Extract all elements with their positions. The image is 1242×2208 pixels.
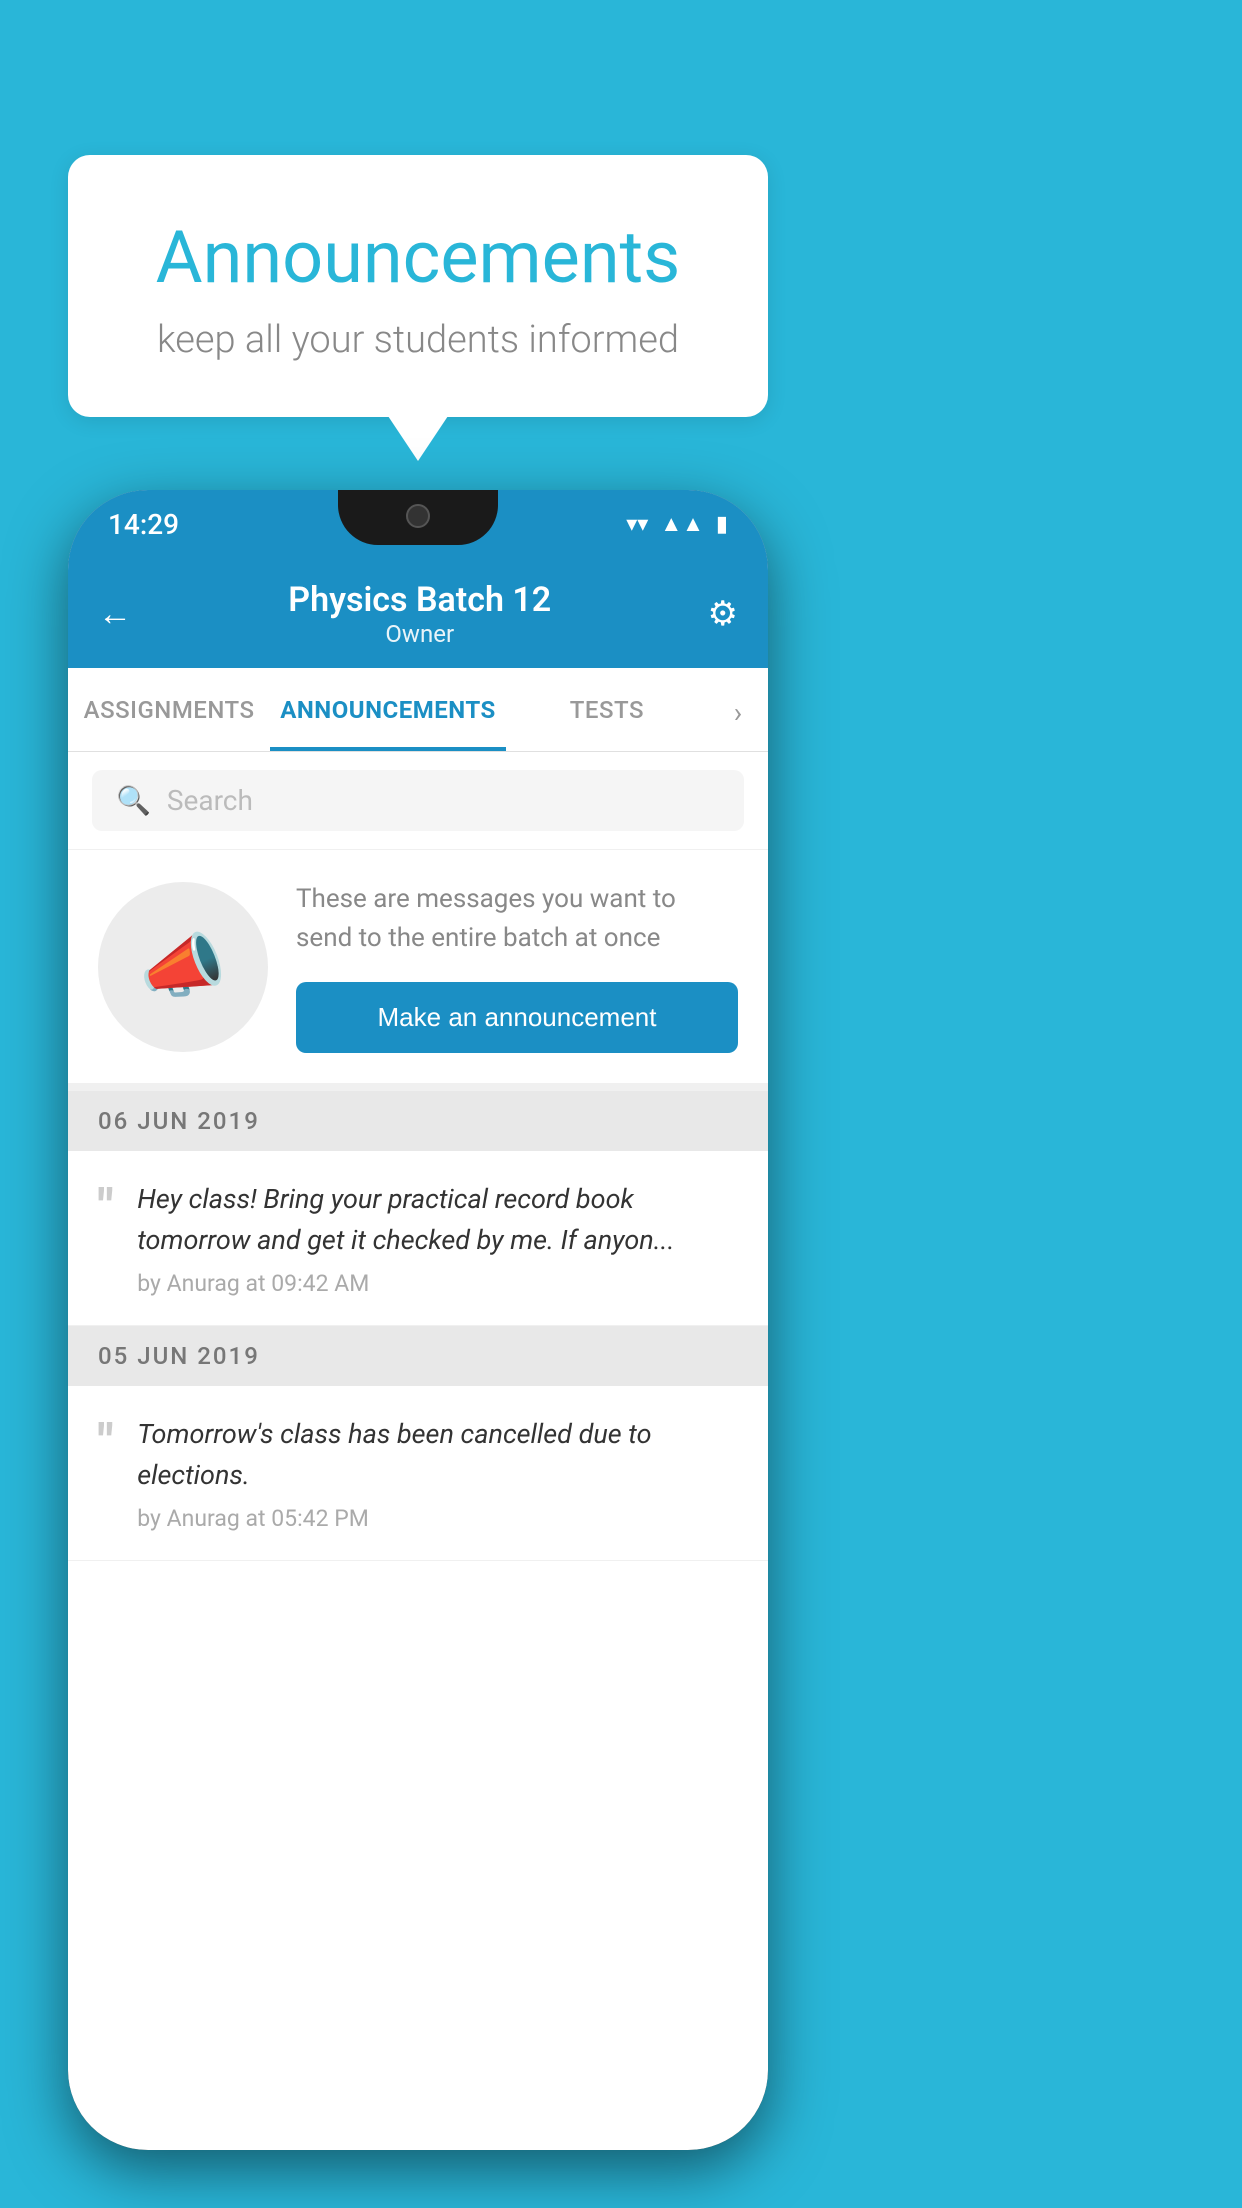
- tab-assignments[interactable]: ASSIGNMENTS: [68, 668, 270, 751]
- status-time: 14:29: [108, 508, 179, 541]
- status-icons: ▾▾ ▲▲ ▮: [626, 511, 728, 537]
- tab-more[interactable]: ›: [708, 668, 768, 751]
- search-placeholder: Search: [167, 784, 253, 817]
- cta-description: These are messages you want to send to t…: [296, 880, 738, 958]
- speech-bubble-wrapper: Announcements keep all your students inf…: [68, 155, 768, 417]
- announcements-title: Announcements: [118, 215, 718, 300]
- quote-icon-2: ": [98, 1418, 113, 1466]
- tab-tests[interactable]: TESTS: [506, 668, 708, 751]
- speech-bubble: Announcements keep all your students inf…: [68, 155, 768, 417]
- app-header: ← Physics Batch 12 Owner ⚙: [68, 558, 768, 668]
- quote-icon-1: ": [98, 1183, 113, 1231]
- announcement-item-2[interactable]: " Tomorrow's class has been cancelled du…: [68, 1386, 768, 1561]
- megaphone-icon: 📣: [139, 926, 226, 1008]
- date-divider-june5: 05 JUN 2019: [68, 1326, 768, 1386]
- megaphone-circle: 📣: [98, 882, 268, 1052]
- announcement-text-1: Hey class! Bring your practical record b…: [137, 1179, 738, 1260]
- make-announcement-button[interactable]: Make an announcement: [296, 982, 738, 1053]
- announcement-meta-1: by Anurag at 09:42 AM: [137, 1270, 738, 1297]
- search-icon: 🔍: [116, 784, 151, 817]
- tab-announcements[interactable]: ANNOUNCEMENTS: [270, 668, 506, 751]
- wifi-icon: ▾▾: [626, 512, 648, 537]
- search-bar: 🔍 Search: [68, 752, 768, 850]
- phone-screen: 14:29 ▾▾ ▲▲ ▮ ← Physics Batch 12 Owner ⚙: [68, 490, 768, 2150]
- owner-label: Owner: [132, 620, 708, 648]
- announcement-item-1[interactable]: " Hey class! Bring your practical record…: [68, 1151, 768, 1326]
- announcement-content-1: Hey class! Bring your practical record b…: [137, 1179, 738, 1297]
- announcement-cta-section: 📣 These are messages you want to send to…: [68, 850, 768, 1091]
- signal-icon: ▲▲: [660, 511, 704, 537]
- announcement-meta-2: by Anurag at 05:42 PM: [137, 1505, 738, 1532]
- phone-outer: 14:29 ▾▾ ▲▲ ▮ ← Physics Batch 12 Owner ⚙: [68, 490, 768, 2150]
- cta-right: These are messages you want to send to t…: [296, 880, 738, 1053]
- header-title: Physics Batch 12 Owner: [132, 580, 708, 648]
- back-button[interactable]: ←: [98, 594, 132, 634]
- batch-name: Physics Batch 12: [132, 580, 708, 620]
- announcement-text-2: Tomorrow's class has been cancelled due …: [137, 1414, 738, 1495]
- notch: [338, 490, 498, 545]
- phone-wrapper: 14:29 ▾▾ ▲▲ ▮ ← Physics Batch 12 Owner ⚙: [68, 490, 768, 2170]
- date-divider-june6: 06 JUN 2019: [68, 1091, 768, 1151]
- announcements-subtitle: keep all your students informed: [118, 318, 718, 362]
- announcement-content-2: Tomorrow's class has been cancelled due …: [137, 1414, 738, 1532]
- search-input-wrap[interactable]: 🔍 Search: [92, 770, 744, 831]
- camera-notch: [406, 504, 430, 528]
- tabs-bar: ASSIGNMENTS ANNOUNCEMENTS TESTS ›: [68, 668, 768, 752]
- settings-icon[interactable]: ⚙: [708, 594, 738, 634]
- status-bar: 14:29 ▾▾ ▲▲ ▮: [68, 490, 768, 558]
- battery-icon: ▮: [716, 512, 728, 537]
